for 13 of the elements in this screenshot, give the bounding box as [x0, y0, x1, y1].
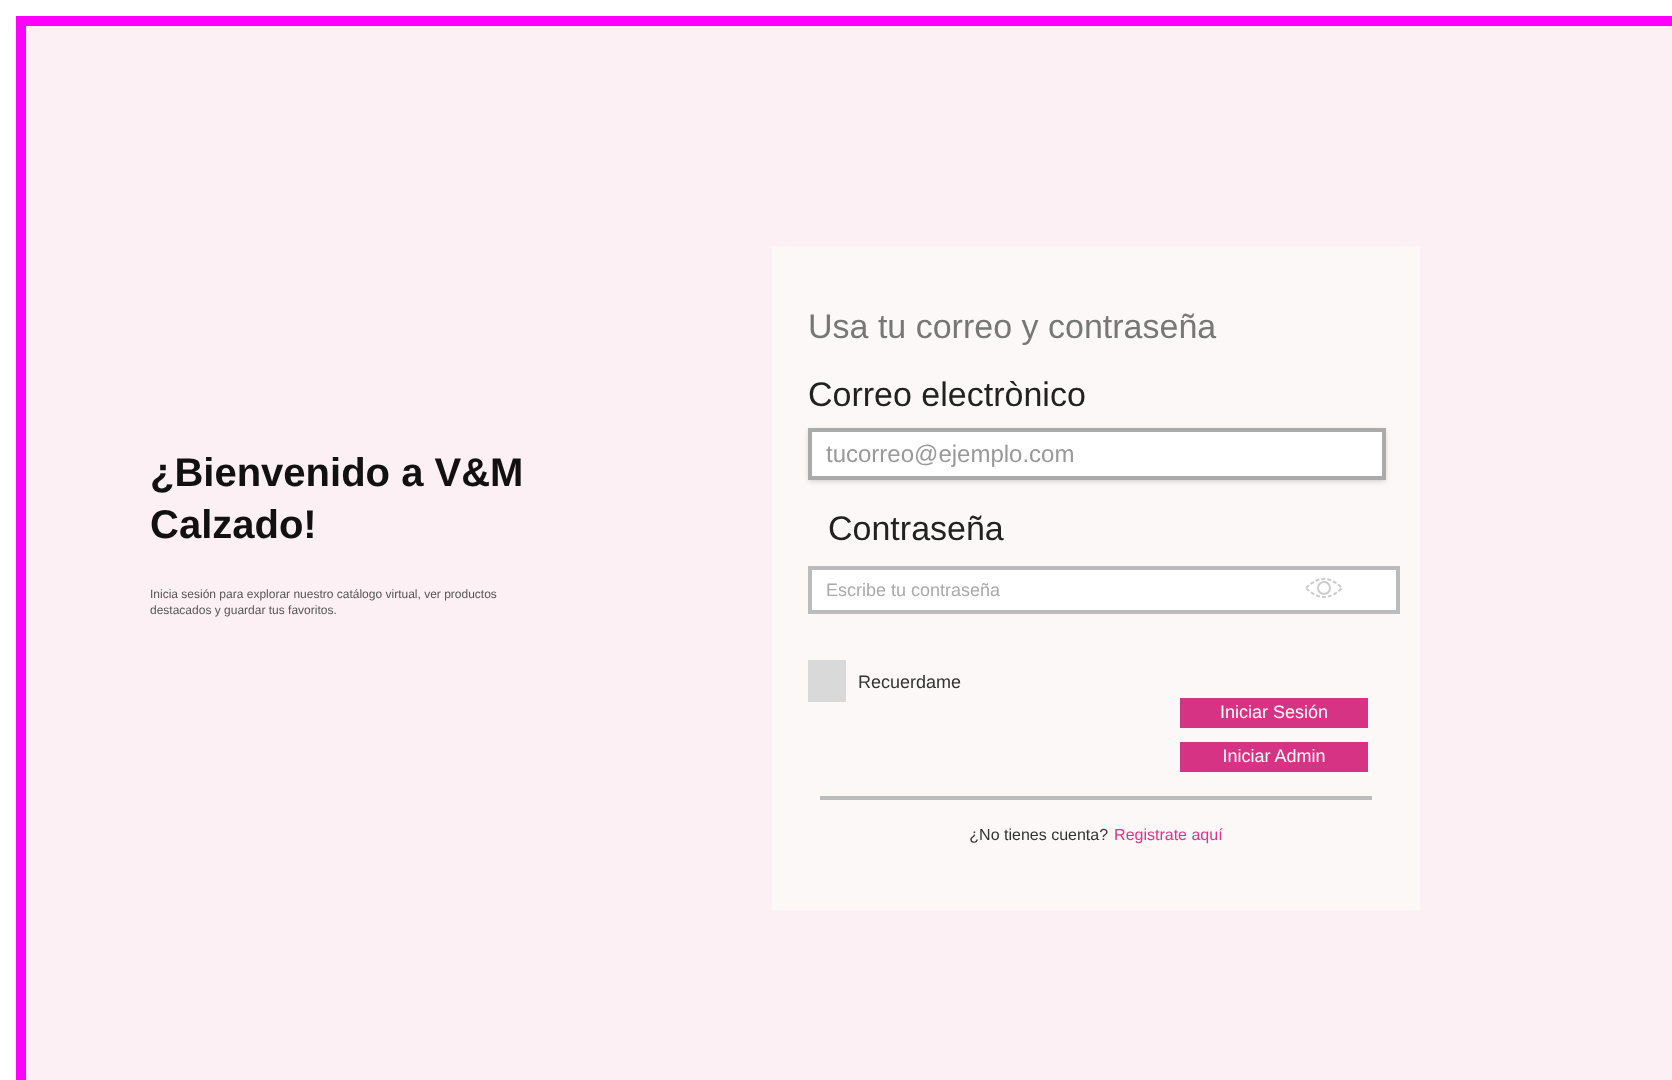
password-field[interactable]: Escribe tu contraseña — [808, 565, 1400, 613]
login-button[interactable]: Iniciar Sesión — [1180, 697, 1368, 727]
email-label: Correo electrònico — [808, 373, 1088, 417]
email-field[interactable]: tucorreo@ejemplo.com — [808, 428, 1386, 480]
eye-icon[interactable] — [1304, 575, 1344, 599]
signup-link[interactable]: Registrate aquí — [1114, 823, 1223, 847]
login-button[interactable]: Iniciar Admin — [1180, 741, 1368, 771]
login-heading: Usa tu correo y contraseña — [808, 306, 1219, 350]
welcome-title: ¿Bienvenido a V&M Calzado! — [150, 449, 526, 551]
signup-prompt: ¿No tienes cuenta? — [969, 823, 1109, 847]
remember-label: Recuerdame — [858, 670, 962, 697]
password-label: Contraseña — [828, 508, 1006, 552]
remember-checkbox[interactable] — [808, 659, 846, 701]
